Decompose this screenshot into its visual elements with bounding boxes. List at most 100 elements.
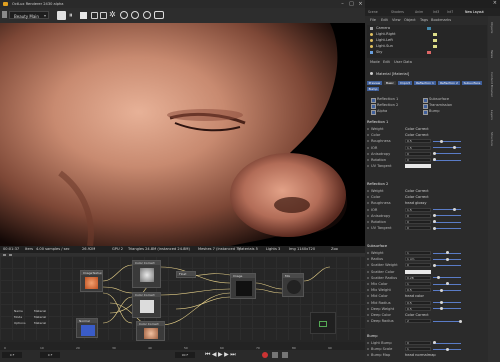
tab-int3[interactable]: Int3 [433,10,439,14]
vtab-structure[interactable]: Structure [490,132,494,146]
menu-object[interactable]: Object [404,18,416,22]
node-color-correct-1[interactable]: Color Correct [132,260,161,288]
vtab-takes[interactable]: Takes [490,50,494,58]
preset-basic[interactable]: Basic [384,81,396,85]
playback-controls[interactable]: ⏮◀▶▶⏭ [205,351,237,358]
tab-anim[interactable]: Anim [415,10,423,14]
node-minimap[interactable] [310,312,336,334]
animate-dot-icon[interactable] [367,152,369,155]
node-image[interactable]: Image [230,273,256,299]
animate-dot-icon[interactable] [367,258,369,261]
menu-user-data[interactable]: User Data [394,60,412,64]
link-dropdown[interactable]: Color Correct [405,313,429,317]
animate-dot-icon[interactable] [367,320,369,323]
object-light-left[interactable]: Light.Left [376,38,393,43]
preset-bump[interactable]: Bump [367,87,379,91]
animate-dot-icon[interactable] [367,270,369,273]
menu-view[interactable]: View [392,18,401,22]
menu-mode[interactable]: Mode [370,60,380,64]
pass-select[interactable]: Beauty Main ▾ [9,11,49,19]
node-image-texture[interactable]: ImageTexture [80,270,103,292]
checkbox[interactable] [371,98,376,103]
menu-tags[interactable]: Tags [420,18,428,22]
slider-knob[interactable] [433,226,436,230]
preset-preview[interactable]: Preview [367,81,382,85]
slider-knob[interactable] [446,257,449,261]
vtab-content-browser[interactable]: Content Browser [490,72,494,97]
minimap-viewport[interactable] [319,321,327,327]
minimize-icon[interactable]: – [338,0,347,8]
close-icon[interactable]: × [493,0,497,6]
animate-dot-icon[interactable] [367,159,369,161]
refresh-icon[interactable] [131,11,139,19]
vtab-layers[interactable]: Layers [490,110,494,120]
render-viewport[interactable] [0,23,365,246]
node-color-correct-2[interactable]: Color Correct [132,292,161,318]
value-slider[interactable] [433,289,461,291]
color-swatch[interactable] [405,164,431,169]
menu-edit[interactable]: Edit [381,18,388,22]
keyframe-icon[interactable] [272,352,278,358]
value-slider[interactable] [433,221,461,223]
animate-dot-icon[interactable] [367,165,369,168]
preset-subsurface[interactable]: Subsurface [462,81,482,85]
animate-dot-icon[interactable] [367,264,369,267]
animate-dot-icon[interactable] [367,283,369,285]
animate-dot-icon[interactable] [367,134,369,137]
animate-dot-icon[interactable] [367,146,369,149]
settings-gear-icon[interactable]: ✲ [109,11,116,19]
section-bump[interactable]: Bump [367,334,485,339]
value-slider[interactable] [433,302,461,304]
value-slider[interactable] [433,141,461,143]
animate-dot-icon[interactable] [367,276,369,279]
link-dropdown[interactable]: Color Correct [405,189,429,193]
tab-shaders[interactable]: Shaders [391,10,404,14]
camera-icon[interactable] [2,11,7,18]
link-dropdown[interactable]: head glossy [405,201,426,205]
animate-dot-icon[interactable] [367,342,369,344]
start-frame-field[interactable]: 0 F [40,352,60,358]
slider-knob[interactable] [446,251,449,255]
slider-knob[interactable] [452,207,456,211]
animate-dot-icon[interactable] [367,214,369,217]
region-render-icon[interactable] [91,12,98,19]
value-slider[interactable] [433,227,461,229]
tag-icon[interactable] [433,45,437,48]
menu-bookmarks[interactable]: Bookmarks [431,18,451,22]
checkbox[interactable] [423,98,428,103]
slider-knob[interactable] [439,300,443,304]
node-mix[interactable]: Mix [282,273,304,297]
value-slider[interactable] [433,147,461,149]
slider-knob[interactable] [439,139,443,143]
slider-knob[interactable] [433,263,436,267]
save-image-icon[interactable] [100,12,107,19]
animate-dot-icon[interactable] [367,307,369,310]
preset-import[interactable]: Import [398,81,412,85]
compare-icon[interactable] [154,11,164,19]
animate-dot-icon[interactable] [367,354,369,357]
animate-dot-icon[interactable] [367,140,369,143]
tag-icon[interactable] [433,39,437,42]
end-frame-field[interactable]: 90 F [175,352,195,358]
clock-icon[interactable] [143,11,151,19]
animate-dot-icon[interactable] [367,196,369,199]
record-icon[interactable] [262,352,268,358]
value-slider[interactable] [433,265,461,267]
animate-dot-icon[interactable] [367,289,369,292]
close-icon[interactable]: × [356,0,365,8]
section-reflection2[interactable]: Reflection 2 [367,182,485,187]
animate-dot-icon[interactable] [367,252,369,254]
value-slider[interactable] [433,215,461,217]
animate-dot-icon[interactable] [367,295,369,298]
slider-knob[interactable] [436,276,440,280]
timeline-ruler[interactable]: 0 10 20 30 40 50 60 70 80 90 [0,342,365,350]
node-normal[interactable]: Normal [76,318,98,338]
checkbox[interactable] [371,104,376,109]
value-slider[interactable] [433,308,461,310]
animate-dot-icon[interactable] [367,202,369,205]
tab-new-layout[interactable]: New Layout [465,10,484,14]
object-camera[interactable]: Camera [376,26,390,31]
slider-knob[interactable] [446,282,449,286]
animate-dot-icon[interactable] [367,314,369,316]
animate-dot-icon[interactable] [367,208,369,211]
